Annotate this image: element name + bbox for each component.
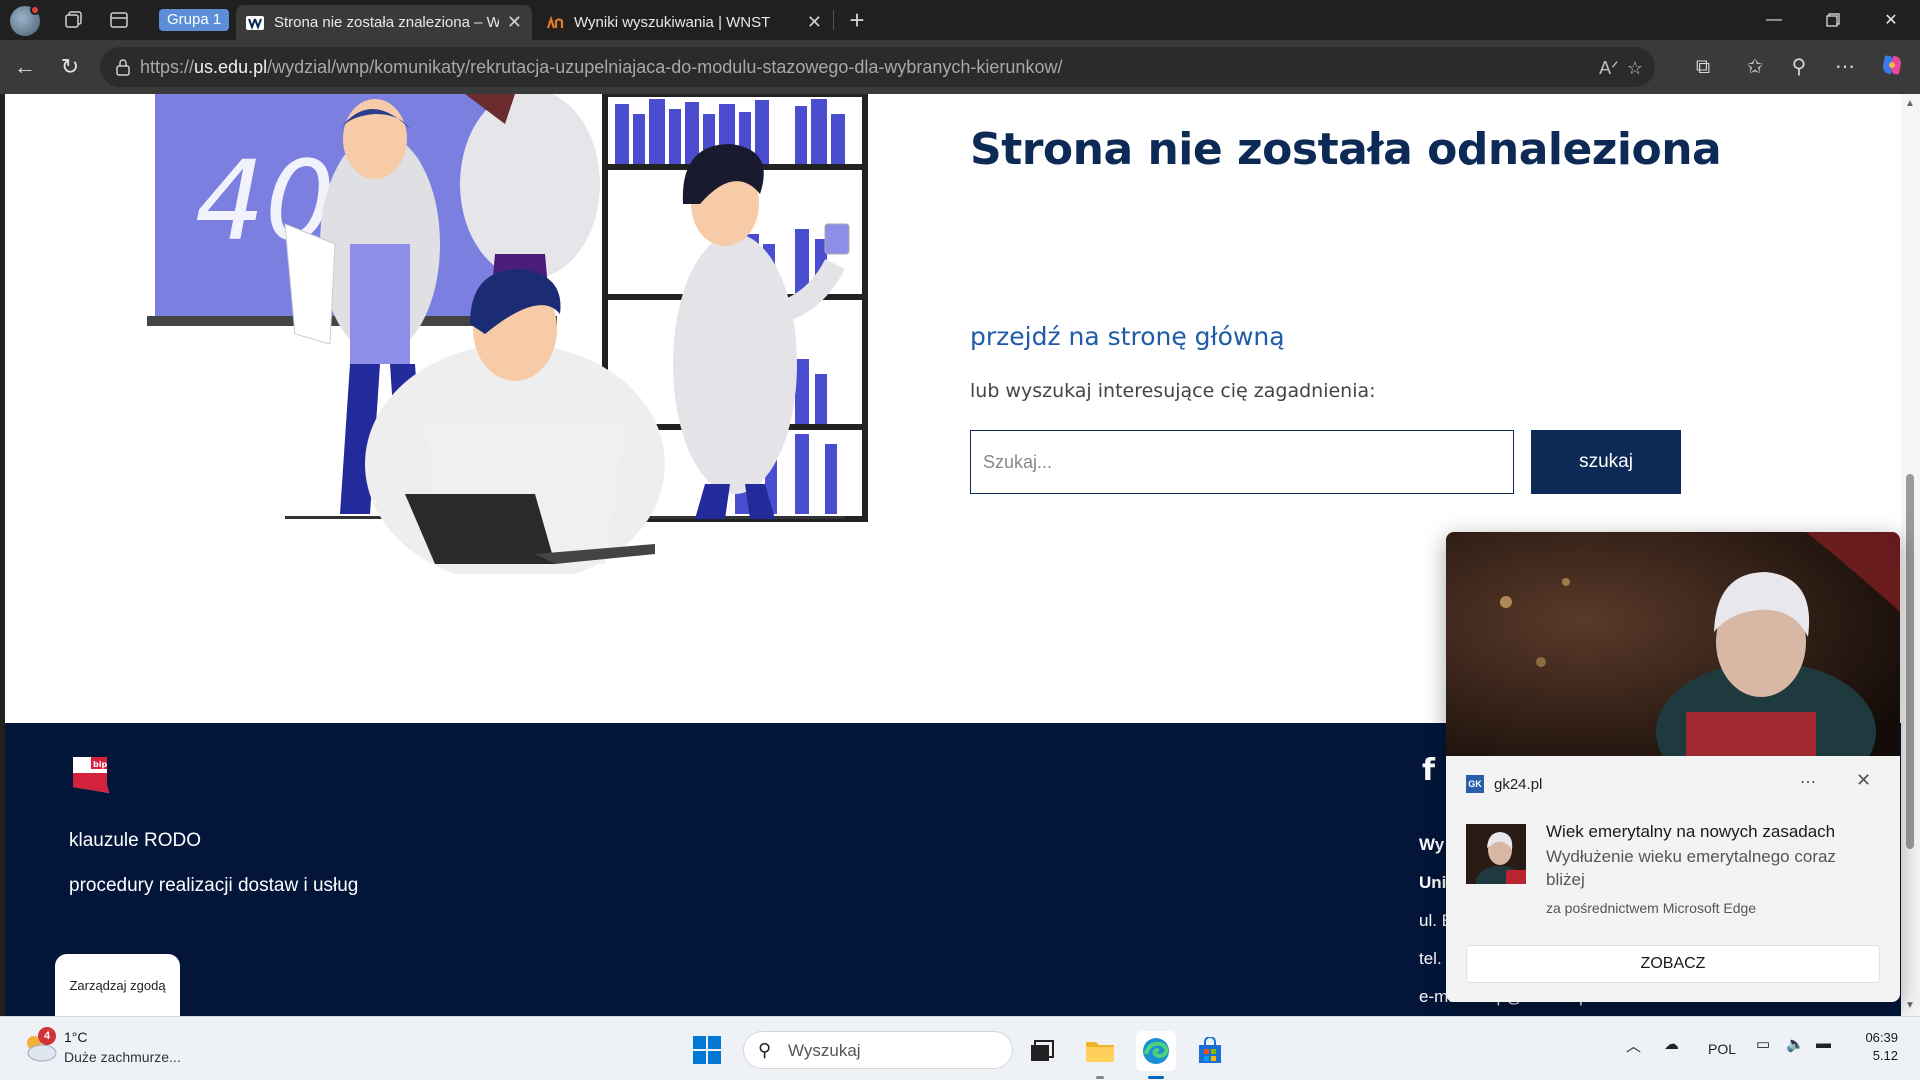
- network-icon[interactable]: ▭: [1756, 1035, 1770, 1053]
- taskbar: 4 1°C Duże zachmurze... ⚲ Wyszukaj ︿ ☁ P…: [0, 1016, 1920, 1080]
- bip-logo-icon[interactable]: bip: [71, 755, 111, 795]
- restore-button[interactable]: [1810, 0, 1856, 40]
- footer-link-procedures[interactable]: procedury realizacji dostaw i usług: [69, 875, 358, 897]
- notification-body: Wydłużenie wieku emerytalnego coraz bliż…: [1546, 847, 1836, 889]
- home-link[interactable]: przejdź na stronę główną: [970, 322, 1285, 351]
- back-button[interactable]: ←: [10, 52, 40, 82]
- weather-temperature[interactable]: 1°C: [64, 1029, 88, 1045]
- close-icon[interactable]: ✕: [1856, 770, 1871, 791]
- favorite-star-icon[interactable]: ☆: [1622, 55, 1648, 81]
- tab-title: Strona nie została znaleziona – W: [274, 14, 499, 31]
- search-hint: lub wyszukaj interesujące cię zagadnieni…: [970, 380, 1376, 402]
- search-input[interactable]: [970, 430, 1514, 494]
- weather-description[interactable]: Duże zachmurze...: [64, 1049, 181, 1065]
- search-icon: ⚲: [758, 1040, 772, 1060]
- consent-button[interactable]: Zarządzaj zgodą: [55, 954, 180, 1016]
- notification-source-name: gk24.pl: [1494, 775, 1543, 793]
- page-scrollbar[interactable]: ▲ ▼: [1901, 94, 1920, 1016]
- onedrive-cloud-icon[interactable]: ☁: [1664, 1035, 1679, 1053]
- us-logo-icon: [246, 15, 264, 30]
- tab-active[interactable]: Strona nie została znaleziona – W ✕: [236, 5, 532, 40]
- footer-info-line: Uni: [1419, 873, 1447, 892]
- scroll-thumb[interactable]: [1906, 474, 1914, 849]
- language-indicator[interactable]: POL: [1708, 1041, 1736, 1057]
- page-title: Strona nie została odnaleziona: [970, 124, 1722, 175]
- tab-group-label[interactable]: Grupa 1: [159, 9, 230, 31]
- footer-info-line: tel.: [1419, 949, 1442, 968]
- notification-thumbnail: [1466, 824, 1526, 884]
- taskbar-search[interactable]: ⚲ Wyszukaj: [743, 1031, 1013, 1069]
- wnst-logo-icon: [546, 15, 564, 28]
- close-icon[interactable]: ✕: [507, 12, 522, 33]
- tab-title: Wyniki wyszukiwania | WNST: [574, 14, 771, 31]
- lock-icon[interactable]: [114, 58, 132, 76]
- scroll-down-arrow[interactable]: ▼: [1905, 1000, 1915, 1011]
- system-clock[interactable]: 06:39 5.12: [1858, 1029, 1898, 1065]
- task-view-icon[interactable]: [1022, 1031, 1062, 1071]
- 404-illustration: 404: [147, 94, 868, 574]
- notification-source: GK gk24.pl: [1466, 775, 1542, 793]
- url-text: https://us.edu.pl/wydzial/wnp/komunikaty…: [140, 57, 1063, 77]
- notification-toast[interactable]: GK gk24.pl ⋯ ✕ Wiek emerytalny na nowych…: [1446, 532, 1900, 1002]
- clock-time: 06:39: [1865, 1030, 1898, 1045]
- new-tab-button[interactable]: +: [843, 5, 871, 35]
- notification-title: Wiek emerytalny na nowych zasadach: [1546, 822, 1836, 841]
- taskbar-search-placeholder: Wyszukaj: [788, 1041, 861, 1060]
- notification-action-button[interactable]: ZOBACZ: [1466, 945, 1880, 983]
- read-aloud-icon[interactable]: Aᐟ: [1596, 55, 1622, 81]
- refresh-button[interactable]: ↻: [55, 52, 85, 82]
- extensions-icon[interactable]: ⧉: [1688, 52, 1718, 82]
- app-indicator-active: [1148, 1076, 1164, 1079]
- tab-separator: [833, 10, 834, 30]
- browser-tab-bar: Grupa 1 Strona nie została znaleziona – …: [0, 0, 1920, 40]
- url-field[interactable]: https://us.edu.pl/wydzial/wnp/komunikaty…: [100, 47, 1655, 87]
- vertical-tabs-icon[interactable]: [105, 6, 133, 34]
- minimize-button[interactable]: —: [1751, 0, 1797, 40]
- show-hidden-icons-chevron-up-icon[interactable]: ︿: [1626, 1035, 1641, 1056]
- search-button[interactable]: szukaj: [1531, 430, 1681, 494]
- source-logo-icon: GK: [1466, 775, 1484, 793]
- notification-dot: [30, 5, 40, 15]
- svg-text:bip: bip: [93, 760, 107, 769]
- windows-start-icon[interactable]: [692, 1035, 722, 1065]
- microsoft-store-icon[interactable]: [1190, 1031, 1230, 1071]
- volume-icon[interactable]: 🔈: [1786, 1035, 1805, 1053]
- notification-via: za pośrednictwem Microsoft Edge: [1546, 900, 1757, 916]
- copilot-icon[interactable]: [1877, 52, 1907, 82]
- favorites-icon[interactable]: ✩: [1740, 52, 1770, 82]
- footer-info-line: Wy: [1419, 835, 1445, 854]
- collections-icon[interactable]: ⚲: [1784, 52, 1814, 82]
- scroll-up-arrow[interactable]: ▲: [1905, 98, 1915, 109]
- clock-date: 5.12: [1872, 1048, 1898, 1063]
- address-bar: ← ↻ https://us.edu.pl/wydzial/wnp/komuni…: [0, 40, 1920, 94]
- file-explorer-icon[interactable]: [1080, 1031, 1120, 1079]
- facebook-icon[interactable]: f: [1422, 753, 1435, 788]
- more-options-icon[interactable]: ⋯: [1800, 772, 1816, 792]
- close-window-button[interactable]: ✕: [1868, 0, 1914, 40]
- close-icon[interactable]: ✕: [807, 12, 822, 33]
- notification-image: [1446, 532, 1900, 756]
- tab-inactive[interactable]: Wyniki wyszukiwania | WNST ✕: [536, 5, 832, 40]
- app-indicator: [1096, 1076, 1104, 1079]
- footer-link-rodo[interactable]: klauzule RODO: [69, 830, 201, 852]
- edge-browser-icon[interactable]: [1136, 1031, 1176, 1079]
- weather-badge: 4: [38, 1027, 56, 1045]
- more-options-icon[interactable]: ⋯: [1830, 52, 1860, 82]
- battery-icon[interactable]: ▬: [1816, 1035, 1831, 1052]
- workspaces-icon[interactable]: [60, 6, 88, 34]
